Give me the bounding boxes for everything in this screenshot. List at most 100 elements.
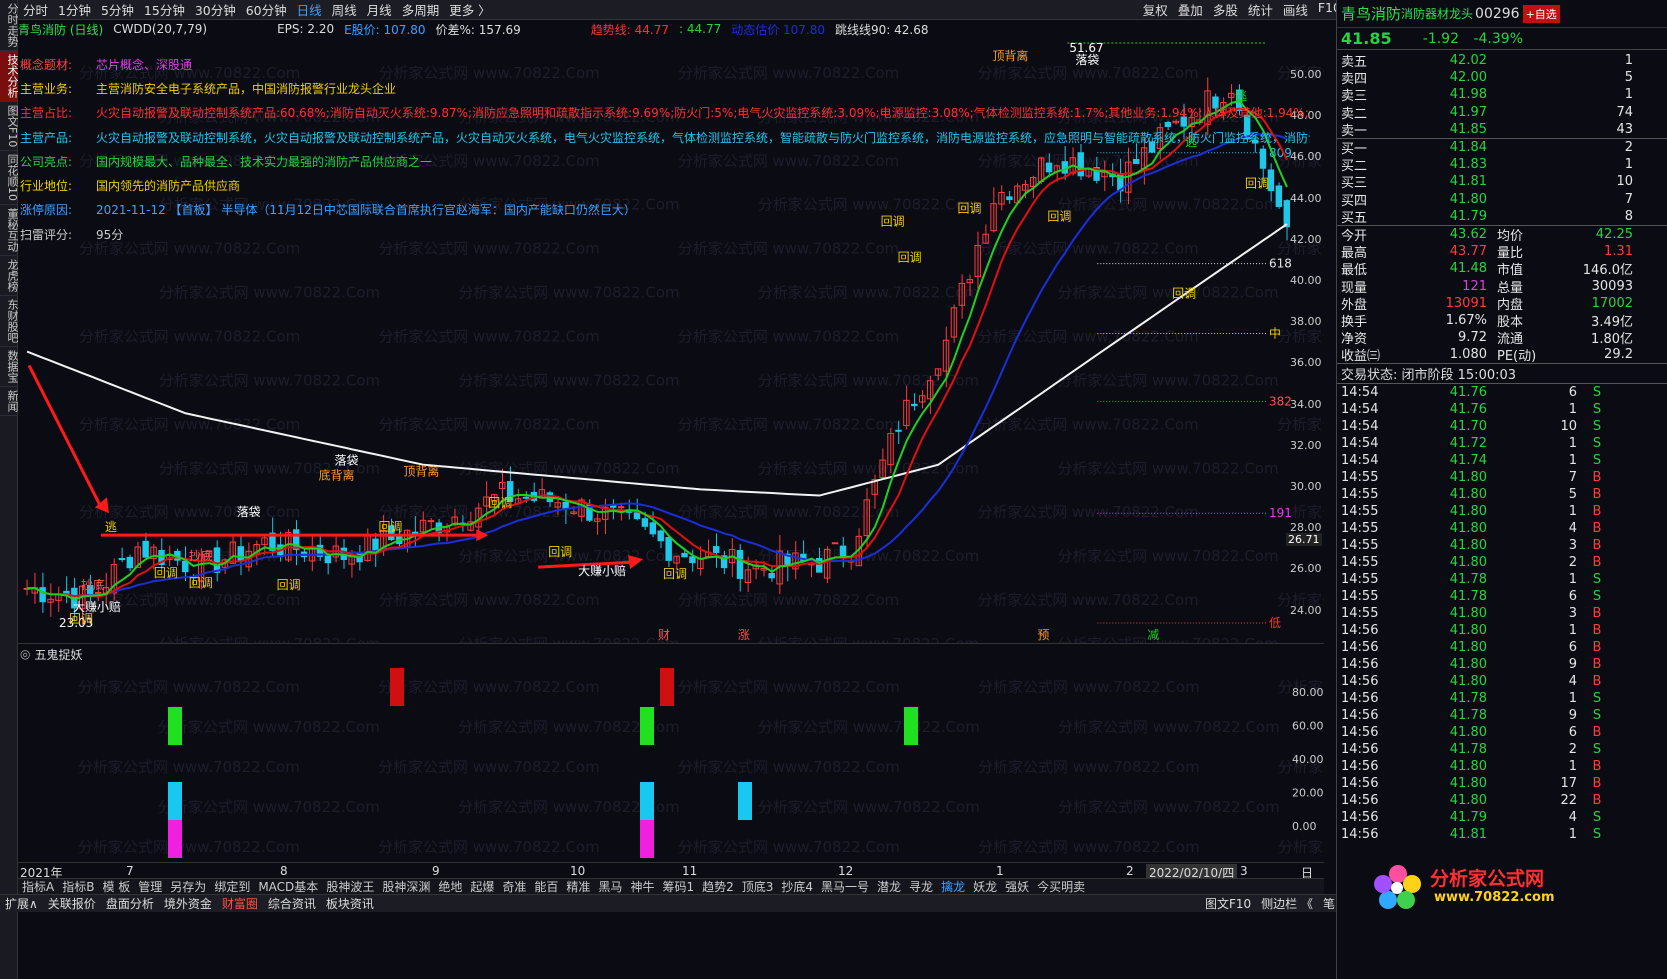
add-watchlist-button[interactable]: +自选 (1522, 4, 1560, 23)
period-tab-10[interactable]: 更多 〉 (444, 0, 495, 19)
indicator-tab-0[interactable]: 指标A (18, 878, 58, 895)
period-tab-2[interactable]: 5分钟 (96, 0, 139, 19)
tick-side: B (1592, 793, 1602, 809)
tick-list[interactable]: 14:54 41.76 6 S 14:54 41.76 1 S 14:54 41.70 10 S 14:… (1337, 384, 1667, 842)
indicator-tab-16[interactable]: 筹码1 (658, 878, 698, 895)
indicator-tab-15[interactable]: 神牛 (626, 878, 658, 895)
tick-side: S (1592, 589, 1602, 605)
period-tab-4[interactable]: 30分钟 (190, 0, 241, 19)
nav-item-3[interactable]: 同花顺10 (0, 151, 19, 206)
concept-row: 主营产品: 火灾自动报警及联动控制系统，火灾自动报警及联动控制系统产品，火灾自动灭… (20, 125, 1310, 149)
tick-row: 14:54 41.76 6 S (1337, 384, 1667, 401)
indicator-tab-18[interactable]: 顶底3 (738, 878, 778, 895)
divergence-label: 底背离 (319, 467, 355, 482)
tick-price: 41.78 (1449, 572, 1487, 588)
nav-item-1[interactable]: 技术分析 (0, 51, 19, 102)
indicator-tab-12[interactable]: 能百 (530, 878, 562, 895)
concept-key: 涨停原因: (20, 203, 73, 218)
pullback-signal: 回调 (548, 545, 572, 559)
book-volume: 1 (1624, 87, 1633, 103)
indicator-tab-26[interactable]: 今买明卖 (1033, 878, 1089, 895)
bottom-link-3[interactable]: 境外资金 (159, 895, 217, 912)
nav-item-8[interactable]: 新闻 (0, 387, 19, 417)
bottom-link-0[interactable]: 扩展∧ (0, 895, 43, 912)
indicator-tab-21[interactable]: 潜龙 (873, 878, 905, 895)
indicator-tab-24[interactable]: 妖龙 (969, 878, 1001, 895)
tick-row: 14:55 41.80 3 B (1337, 537, 1667, 554)
concept-key: 主营业务: (20, 81, 73, 96)
stats-row: 最高 43.77 量比 1.31 (1337, 243, 1667, 261)
period-tab-0[interactable]: 分时 (18, 0, 53, 19)
nav-item-5[interactable]: 龙虎榜 (0, 256, 19, 297)
indicator-tab-17[interactable]: 趋势2 (698, 878, 738, 895)
tick-time: 14:56 (1341, 657, 1379, 673)
tool-button-2[interactable]: 多股 (1208, 0, 1243, 19)
tick-price: 41.72 (1449, 436, 1487, 452)
indicator-tab-9[interactable]: 绝地 (434, 878, 466, 895)
watermark-text: 分析家公式网 www.70822.Com (978, 758, 1200, 776)
candle-body (665, 537, 672, 561)
tick-row: 14:54 41.70 10 S (1337, 418, 1667, 435)
indicator-tab-14[interactable]: 黑马 (594, 878, 626, 895)
tool-button-1[interactable]: 叠加 (1173, 0, 1208, 19)
stats-row: 最低 41.48 市值 146.0亿 (1337, 260, 1667, 279)
tick-price: 41.79 (1449, 810, 1487, 826)
stat-value: 146.0亿 (1582, 263, 1633, 279)
period-tab-5[interactable]: 60分钟 (241, 0, 292, 19)
indicator-tab-8[interactable]: 股神深渊 (378, 878, 434, 895)
stat-key: 净资 (1341, 332, 1368, 348)
indicator-tab-7[interactable]: 股神波王 (322, 878, 378, 895)
indicator-tab-25[interactable]: 强妖 (1001, 878, 1033, 895)
indicator-tab-19[interactable]: 抄底4 (777, 878, 817, 895)
indicator-tab-3[interactable]: 管理 (134, 878, 166, 895)
bottom-link-4[interactable]: 财富圈 (217, 895, 263, 912)
indicator-tab-5[interactable]: 绑定到 (210, 878, 254, 895)
tool-button-3[interactable]: 统计 (1243, 0, 1278, 19)
stat-value: 1.67% (1445, 312, 1487, 328)
indicator-tab-23[interactable]: 擒龙 (937, 878, 969, 895)
indicator-name[interactable]: CWDD(20,7,79) (113, 22, 207, 36)
stat-key: 今开 (1341, 228, 1368, 244)
concept-row: 扫雷评分: 95分 (20, 222, 1310, 246)
indicator-tab-11[interactable]: 奇准 (498, 878, 530, 895)
sub-axis-tick: 40.00 (1292, 753, 1324, 766)
period-tab-7[interactable]: 周线 (327, 0, 362, 19)
bottom-link-6[interactable]: 板块资讯 (321, 895, 379, 912)
tool-button-4[interactable]: 画线 (1278, 0, 1313, 19)
nav-item-0[interactable]: 分时走势 (0, 0, 19, 51)
tick-time: 14:56 (1341, 827, 1379, 843)
indicator-tab-2[interactable]: 模 板 (98, 878, 134, 895)
indicator-tab-10[interactable]: 起爆 (466, 878, 498, 895)
bottom-link-2[interactable]: 盘面分析 (101, 895, 159, 912)
stat-value: 43.62 (1449, 226, 1487, 242)
nav-item-2[interactable]: 图文F10 (0, 102, 19, 152)
indicator-tab-6[interactable]: MACD基本 (254, 878, 322, 895)
period-tab-6[interactable]: 日线 (292, 0, 327, 19)
indicator-tab-1[interactable]: 指标B (58, 878, 98, 895)
bottom-link-1[interactable]: 关联报价 (43, 895, 101, 912)
book-price: 41.83 (1449, 157, 1487, 173)
period-tab-9[interactable]: 多周期 (397, 0, 445, 19)
indicator-tab-22[interactable]: 寻龙 (905, 878, 937, 895)
period-tab-1[interactable]: 1分钟 (53, 0, 96, 19)
price-tick: 38.00 (1290, 315, 1322, 329)
period-tab-3[interactable]: 15分钟 (139, 0, 190, 19)
nav-item-6[interactable]: 东财股吧 (0, 296, 19, 348)
wugui-indicator-chart[interactable]: 分析家公式网 www.70822.Com 分析家公式网 www.70822.Com… (18, 662, 1324, 862)
collapse-icon[interactable]: ◎ (20, 647, 30, 661)
bottom-right-link-1[interactable]: 侧边栏 《 (1256, 895, 1318, 912)
tick-row: 14:56 41.78 1 S (1337, 690, 1667, 707)
nav-item-4[interactable]: 董秘互动 (0, 205, 19, 257)
bottom-right-link-0[interactable]: 图文F10 (1200, 895, 1256, 912)
nav-item-7[interactable]: 数据宝 (0, 347, 19, 388)
indicator-tab-4[interactable]: 另存为 (166, 878, 210, 895)
indicator-tab-13[interactable]: 精准 (562, 878, 594, 895)
watermark-text: 分析家公式网 www.70822.Com (678, 503, 899, 521)
tick-volume: 1 (1568, 453, 1577, 469)
period-tab-8[interactable]: 月线 (362, 0, 397, 19)
bottom-link-5[interactable]: 综合资讯 (263, 895, 321, 912)
tick-side: S (1592, 453, 1602, 469)
tick-row: 14:56 41.80 6 B (1337, 639, 1667, 656)
indicator-tab-20[interactable]: 黑马一号 (817, 878, 873, 895)
tool-button-0[interactable]: 复权 (1138, 0, 1173, 19)
